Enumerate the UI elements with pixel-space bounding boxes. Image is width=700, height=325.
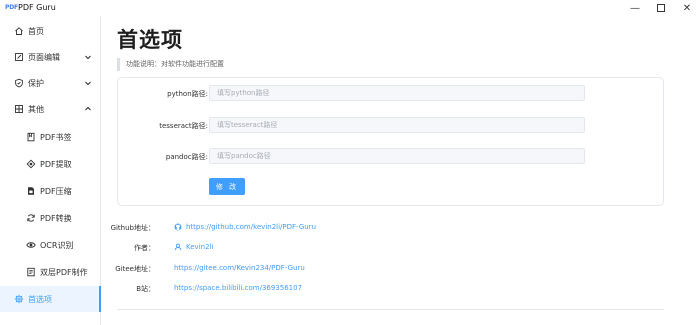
bookmark-icon	[26, 132, 36, 142]
sidebar: 首页 页面编辑 保护 其他 PDF书签 PDF提取 PDF压缩 PDF转换 OC…	[0, 16, 101, 325]
author-link[interactable]: Kevin2li	[174, 243, 213, 251]
github-label: Github地址：	[110, 224, 155, 232]
maximize-icon	[657, 4, 665, 12]
sidebar-item-label: PDF压缩	[40, 186, 72, 196]
sidebar-item-protect[interactable]: 保护	[0, 70, 100, 96]
target-icon	[26, 159, 36, 169]
sidebar-item-label: OCR识别	[40, 240, 74, 250]
page-title: 首选项	[117, 28, 183, 52]
chevron-down-icon	[84, 79, 92, 87]
bilibili-link[interactable]: https://space.bilibili.com/369356107	[174, 284, 302, 292]
sidebar-item-ocr[interactable]: OCR识别	[0, 232, 100, 258]
sidebar-item-page-edit[interactable]: 页面编辑	[0, 44, 100, 70]
refresh-icon	[26, 213, 36, 223]
edit-icon	[14, 52, 24, 62]
shield-icon	[14, 78, 24, 88]
tesseract-path-label: tesseract路径:	[159, 122, 208, 130]
sidebar-item-label: PDF提取	[40, 159, 72, 169]
eye-icon	[26, 240, 36, 250]
github-icon	[174, 223, 182, 231]
gear-icon	[14, 294, 24, 304]
window-title: PDF Guru	[18, 3, 56, 12]
grid-icon	[14, 104, 24, 114]
minimize-button[interactable]: —	[622, 0, 648, 16]
author-name: Kevin2li	[186, 243, 214, 251]
sidebar-item-pdf-compress[interactable]: PDF压缩	[0, 178, 100, 204]
github-url: https://github.com/kevin2li/PDF-Guru	[186, 223, 317, 231]
user-icon	[174, 243, 182, 251]
gitee-link[interactable]: https://gitee.com/Kevin234/PDF-Guru	[174, 264, 305, 272]
author-label: 作者：	[134, 244, 155, 252]
sidebar-item-label: PDF书签	[40, 132, 72, 142]
settings-form: python路径: tesseract路径: pandoc路径: 修 改	[117, 77, 664, 206]
sidebar-item-label: PDF转换	[40, 213, 72, 223]
sidebar-item-label: 其他	[28, 104, 44, 114]
sidebar-item-pdf-bookmark[interactable]: PDF书签	[0, 124, 100, 150]
gitee-label: Gitee地址：	[115, 265, 155, 273]
sidebar-item-label: 保护	[28, 78, 44, 88]
home-icon	[14, 26, 24, 36]
compress-icon	[26, 186, 36, 196]
python-path-input[interactable]	[209, 85, 585, 101]
sidebar-item-label: 首选项	[28, 294, 52, 304]
minimize-icon: —	[630, 2, 640, 14]
main-content: 首选项 功能说明：对软件功能进行配置 python路径: tesseract路径…	[101, 16, 700, 325]
pandoc-path-label: pandoc路径:	[165, 153, 208, 161]
page-description: 功能说明：对软件功能进行配置	[117, 58, 224, 71]
pandoc-path-input[interactable]	[209, 148, 585, 164]
app-logo: PDF	[5, 4, 18, 11]
maximize-button[interactable]	[648, 0, 674, 16]
modify-button[interactable]: 修 改	[209, 178, 245, 195]
title-bar: PDF PDF Guru — ✕	[0, 0, 700, 16]
sidebar-item-other[interactable]: 其他	[0, 96, 100, 122]
layers-icon	[26, 267, 36, 277]
chevron-up-icon	[84, 105, 92, 113]
github-link[interactable]: https://github.com/kevin2li/PDF-Guru	[174, 223, 316, 231]
sidebar-item-pdf-extract[interactable]: PDF提取	[0, 151, 100, 177]
sidebar-item-home[interactable]: 首页	[0, 18, 100, 44]
sidebar-item-label: 双层PDF制作	[40, 267, 88, 277]
bilibili-label: B站：	[136, 285, 155, 293]
divider	[117, 309, 664, 310]
tesseract-path-input[interactable]	[209, 117, 585, 133]
sidebar-item-pdf-convert[interactable]: PDF转换	[0, 205, 100, 231]
python-path-label: python路径:	[167, 90, 208, 98]
close-button[interactable]: ✕	[674, 0, 700, 16]
chevron-down-icon	[84, 53, 92, 61]
sidebar-item-preferences[interactable]: 首选项	[0, 286, 101, 312]
sidebar-item-label: 首页	[28, 26, 44, 36]
sidebar-item-label: 页面编辑	[28, 52, 60, 62]
close-icon: ✕	[682, 2, 692, 14]
sidebar-item-dual-layer-pdf[interactable]: 双层PDF制作	[0, 259, 100, 285]
